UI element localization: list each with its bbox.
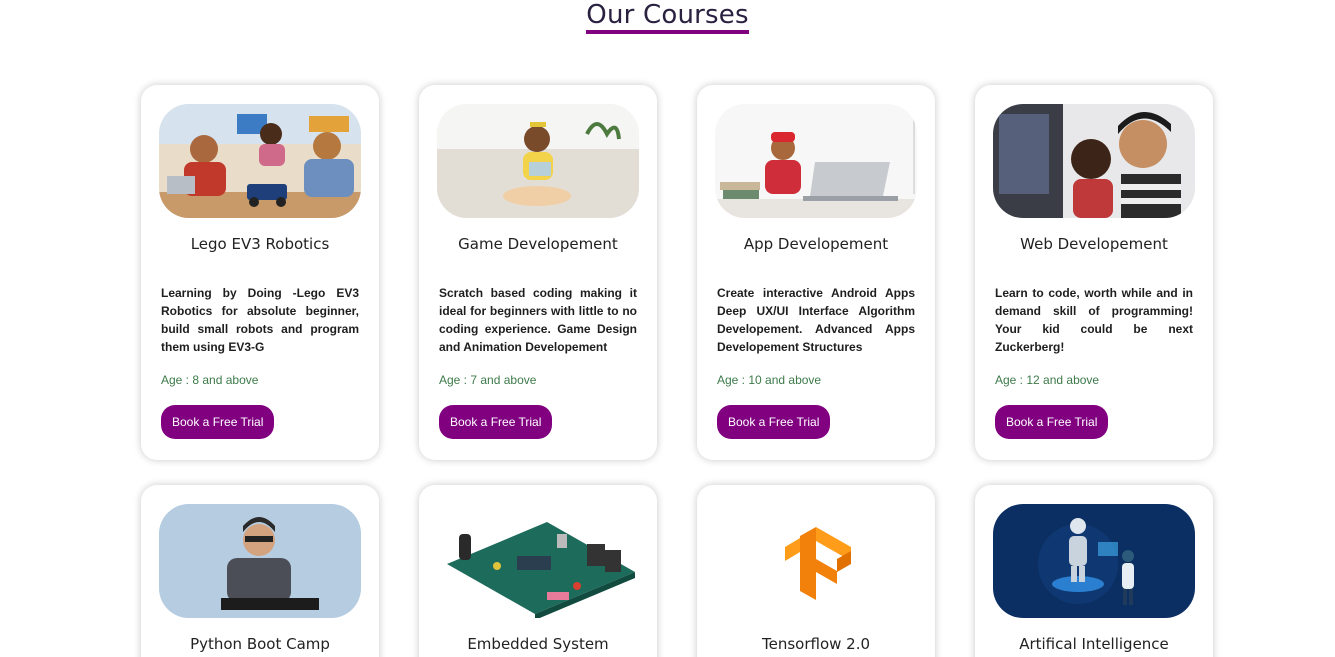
book-free-trial-button[interactable]: Book a Free Trial (161, 405, 275, 439)
course-age: Age : 10 and above (717, 373, 822, 387)
course-title: Artifical Intelligence (1019, 635, 1169, 653)
course-description: Create interactive Android Apps Deep UX/… (717, 286, 915, 354)
course-title: Lego EV3 Robotics (190, 235, 330, 253)
course-card-web-dev: Web Developement Learn to code, worth wh… (975, 85, 1213, 460)
section-header: Our Courses (0, 0, 1335, 34)
course-title: Game Developement (458, 235, 618, 253)
course-image-ai (993, 504, 1195, 618)
course-title: Embedded System (467, 635, 609, 653)
course-description: Scratch based coding making it ideal for… (439, 286, 637, 354)
course-age: Age : 8 and above (161, 373, 259, 387)
course-description: Learn to code, worth while and in demand… (995, 286, 1193, 354)
course-image-robotics (159, 104, 361, 218)
course-image-web-dev (993, 104, 1195, 218)
course-title: Web Developement (1020, 235, 1168, 253)
course-image-app-dev (715, 104, 917, 218)
tensorflow-logo-icon (715, 504, 917, 618)
section-title: Our Courses (586, 0, 749, 34)
course-description: Learning by Doing -Lego EV3 Robotics for… (161, 286, 359, 354)
course-image-game-dev (437, 104, 639, 218)
course-title: App Developement (743, 235, 889, 253)
course-card-app-dev: App Developement Create interactive Andr… (697, 85, 935, 460)
course-card-tensorflow: Tensorflow 2.0 (697, 485, 935, 657)
course-card-game-dev: Game Developement Scratch based coding m… (419, 85, 657, 460)
course-title: Tensorflow 2.0 (761, 635, 871, 653)
course-title: Python Boot Camp (190, 635, 330, 653)
course-image-embedded (437, 504, 639, 618)
book-free-trial-button[interactable]: Book a Free Trial (439, 405, 553, 439)
course-image-python (159, 504, 361, 618)
book-free-trial-button[interactable]: Book a Free Trial (717, 405, 831, 439)
course-age: Age : 7 and above (439, 373, 537, 387)
course-card-lego-ev3: Lego EV3 Robotics Learning by Doing -Leg… (141, 85, 379, 460)
course-card-embedded: Embedded System (419, 485, 657, 657)
courses-page: Our Courses Lego EV3 Robotics Learning b… (0, 0, 1335, 657)
course-card-ai: Artifical Intelligence (975, 485, 1213, 657)
course-card-python: Python Boot Camp (141, 485, 379, 657)
course-age: Age : 12 and above (995, 373, 1100, 387)
book-free-trial-button[interactable]: Book a Free Trial (995, 405, 1109, 439)
